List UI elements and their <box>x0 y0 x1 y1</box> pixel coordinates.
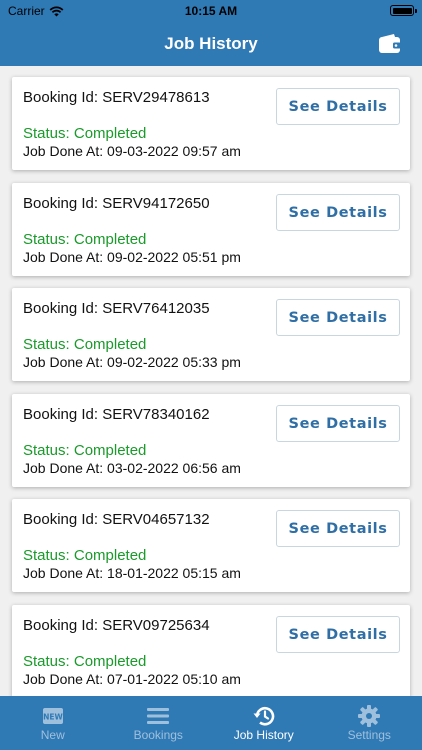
job-card: Booking Id: SERV78340162 Status: Complet… <box>12 394 410 487</box>
see-details-button[interactable]: See Details <box>276 194 400 231</box>
job-status: Status: Completed <box>23 125 147 142</box>
tab-bookings[interactable]: Bookings <box>106 696 212 750</box>
booking-id: Booking Id: SERV76412035 <box>23 300 210 317</box>
booking-id: Booking Id: SERV78340162 <box>23 406 210 423</box>
history-icon <box>253 707 275 726</box>
status-bar: Carrier 10:15 AM <box>0 0 422 22</box>
job-status: Status: Completed <box>23 336 147 353</box>
see-details-button[interactable]: See Details <box>276 405 400 442</box>
list-icon <box>147 708 170 724</box>
job-done-at: Job Done At: 09-03-2022 09:57 am <box>23 143 241 159</box>
job-done-at: Job Done At: 18-01-2022 05:15 am <box>23 565 241 581</box>
gear-icon <box>358 705 381 727</box>
job-status: Status: Completed <box>23 231 147 248</box>
tab-job-history[interactable]: Job History <box>211 696 317 750</box>
job-card: Booking Id: SERV29478613 Status: Complet… <box>12 77 410 170</box>
see-details-button[interactable]: See Details <box>276 616 400 653</box>
wallet-icon[interactable] <box>378 33 402 55</box>
job-history-list[interactable]: Booking Id: SERV29478613 Status: Complet… <box>0 66 422 696</box>
tab-label: Settings <box>347 728 391 742</box>
booking-id: Booking Id: SERV09725634 <box>23 617 210 634</box>
battery-icon <box>390 5 417 16</box>
tab-label: Job History <box>233 728 294 742</box>
tab-label: New <box>40 728 65 742</box>
tab-bar: NEW New Bookings Job History Settings <box>0 696 422 750</box>
booking-id: Booking Id: SERV94172650 <box>23 195 210 212</box>
job-done-at: Job Done At: 03-02-2022 06:56 am <box>23 460 241 476</box>
job-card: Booking Id: SERV76412035 Status: Complet… <box>12 288 410 381</box>
see-details-button[interactable]: See Details <box>276 299 400 336</box>
job-status: Status: Completed <box>23 547 147 564</box>
see-details-button[interactable]: See Details <box>276 510 400 547</box>
job-done-at: Job Done At: 09-02-2022 05:51 pm <box>23 249 241 265</box>
tab-new[interactable]: NEW New <box>0 696 106 750</box>
tab-settings[interactable]: Settings <box>317 696 422 750</box>
see-details-button[interactable]: See Details <box>276 88 400 125</box>
svg-text:NEW: NEW <box>43 713 63 722</box>
new-badge-icon: NEW <box>42 708 63 724</box>
job-card: Booking Id: SERV04657132 Status: Complet… <box>12 499 410 592</box>
job-done-at: Job Done At: 07-01-2022 05:10 am <box>23 671 241 687</box>
booking-id: Booking Id: SERV29478613 <box>23 89 210 106</box>
tab-label: Bookings <box>133 728 183 742</box>
navigation-bar: Job History <box>0 22 422 66</box>
job-status: Status: Completed <box>23 442 147 459</box>
page-title: Job History <box>164 34 258 53</box>
job-done-at: Job Done At: 09-02-2022 05:33 pm <box>23 354 241 370</box>
job-card: Booking Id: SERV94172650 Status: Complet… <box>12 183 410 276</box>
job-card: Booking Id: SERV09725634 Status: Complet… <box>12 605 410 696</box>
job-status: Status: Completed <box>23 653 147 670</box>
booking-id: Booking Id: SERV04657132 <box>23 511 210 528</box>
clock: 10:15 AM <box>184 4 238 18</box>
